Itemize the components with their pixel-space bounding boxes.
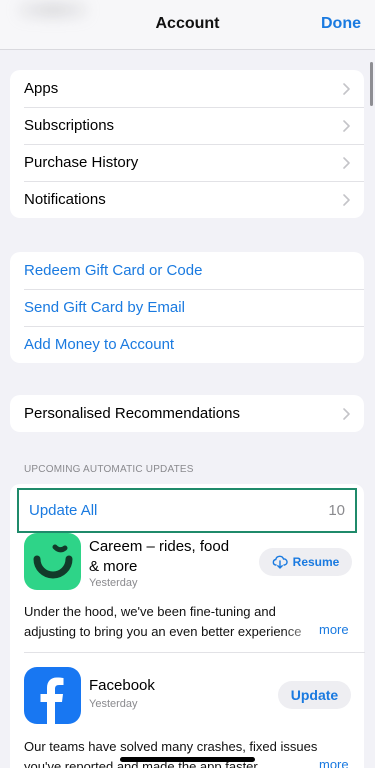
send-gift-card-link[interactable]: Send Gift Card by Email — [10, 289, 364, 326]
done-button[interactable]: Done — [321, 15, 361, 33]
app-name-careem: Careem – rides, food — [89, 538, 230, 555]
resume-label: Resume — [292, 555, 340, 569]
more-link-facebook[interactable]: more — [316, 757, 349, 768]
account-menu-group: Apps Subscriptions Purchase History Noti… — [10, 70, 364, 218]
facebook-f-icon[interactable] — [24, 667, 81, 724]
chevron-right-icon — [343, 194, 350, 206]
menu-item-label: Notifications — [24, 191, 106, 208]
release-notes-line: Our teams have solved many crashes, fixe… — [24, 739, 318, 754]
app-name-facebook: Facebook — [89, 677, 155, 694]
section-header-updates: UPCOMING AUTOMATIC UPDATES — [24, 464, 194, 475]
menu-item-label: Subscriptions — [24, 117, 115, 134]
cloud-download-icon — [272, 555, 288, 569]
app-date-facebook: Yesterday — [89, 698, 138, 710]
menu-item-notifications[interactable]: Notifications — [10, 181, 364, 218]
chevron-right-icon — [343, 120, 350, 132]
add-money-link[interactable]: Add Money to Account — [10, 326, 364, 363]
chevron-right-icon — [343, 408, 350, 420]
row-divider — [24, 652, 365, 653]
resume-button[interactable]: Resume — [259, 548, 352, 576]
gift-card-group: Redeem Gift Card or Code Send Gift Card … — [10, 252, 364, 363]
chevron-right-icon — [343, 83, 350, 95]
scroll-indicator[interactable] — [370, 62, 373, 106]
release-notes-line: Under the hood, we've been fine-tuning a… — [24, 604, 276, 619]
menu-item-personalised-recommendations[interactable]: Personalised Recommendations — [10, 395, 364, 432]
app-name-careem-line2: & more — [89, 558, 138, 575]
menu-item-purchase-history[interactable]: Purchase History — [10, 144, 364, 181]
menu-item-apps[interactable]: Apps — [10, 70, 364, 107]
menu-item-label: Apps — [24, 80, 59, 97]
recommendations-group: Personalised Recommendations — [10, 395, 364, 432]
app-date-careem: Yesterday — [89, 577, 138, 589]
page-title: Account — [155, 15, 220, 32]
careem-smile-icon[interactable] — [24, 533, 81, 590]
menu-item-label: Personalised Recommendations — [24, 405, 240, 422]
account-screen: Account Done Apps Subscriptions Purchase… — [0, 0, 375, 768]
release-notes-facebook: Our teams have solved many crashes, fixe… — [24, 737, 354, 768]
nav-header: Account Done — [0, 0, 375, 50]
menu-item-label: Purchase History — [24, 154, 139, 171]
update-all-button[interactable]: Update All — [29, 502, 97, 519]
menu-item-subscriptions[interactable]: Subscriptions — [10, 107, 364, 144]
redeem-gift-card-link[interactable]: Redeem Gift Card or Code — [10, 252, 364, 289]
update-count-badge: 10 — [328, 502, 345, 519]
update-button[interactable]: Update — [278, 681, 351, 709]
chevron-right-icon — [343, 157, 350, 169]
home-indicator[interactable] — [120, 757, 255, 762]
more-link-careem[interactable]: more — [316, 622, 349, 637]
release-notes-careem: Under the hood, we've been fine-tuning a… — [24, 602, 354, 642]
update-all-row[interactable]: Update All 10 — [17, 488, 357, 533]
